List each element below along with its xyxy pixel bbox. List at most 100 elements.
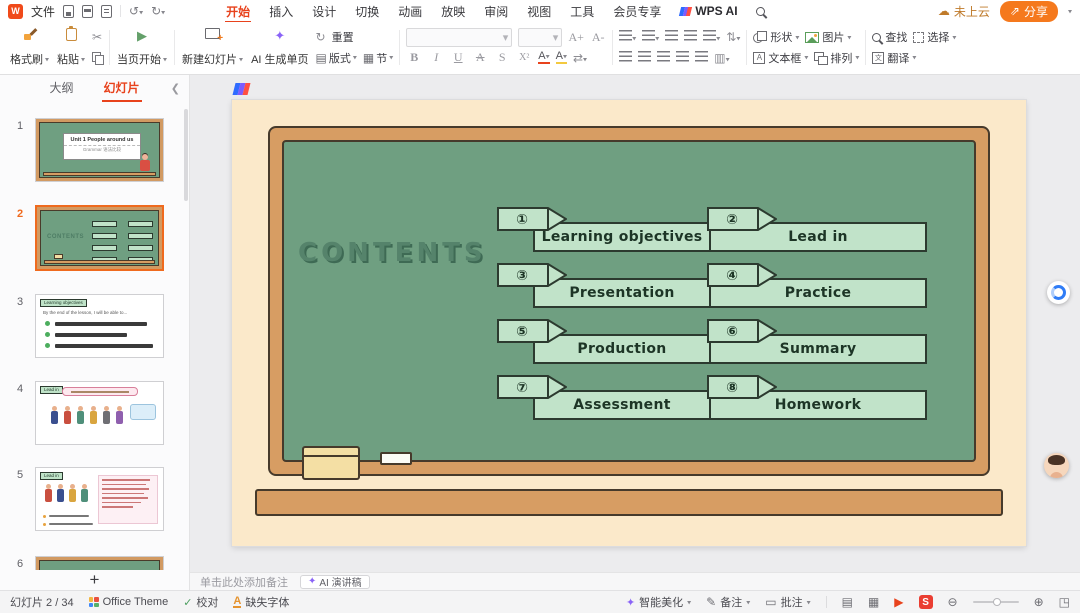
tab-wps-ai[interactable]: WPS AI: [679, 1, 738, 21]
tab-slideshow[interactable]: 放映: [440, 0, 466, 23]
wps-assistant-flag-icon[interactable]: [234, 83, 250, 97]
align-left-button[interactable]: [619, 51, 632, 65]
contents-watermark[interactable]: CONTENTS: [298, 238, 487, 268]
tab-insert[interactable]: 插入: [268, 0, 294, 23]
notes-toggle-button[interactable]: ✎ 备注▾: [706, 594, 750, 610]
tab-membership[interactable]: 会员专享: [612, 0, 662, 23]
zoom-in-icon[interactable]: ⊕: [1034, 595, 1044, 609]
item-number-tag[interactable]: ④: [707, 263, 777, 287]
item-number-tag[interactable]: ③: [497, 263, 567, 287]
redo-button[interactable]: ↻▾: [151, 4, 165, 18]
cloud-status[interactable]: ☁ 未上云: [938, 3, 990, 20]
tab-transition[interactable]: 切换: [354, 0, 380, 23]
item-number-tag[interactable]: ⑧: [707, 375, 777, 399]
assistant-float-button[interactable]: [1047, 281, 1070, 304]
bullets-button[interactable]: ▾: [619, 30, 636, 44]
character-spacing-icon[interactable]: ⇄▾: [573, 51, 587, 65]
increase-font-icon[interactable]: A+: [568, 30, 584, 45]
paste-button[interactable]: 粘贴▾: [53, 25, 89, 70]
font-color-button[interactable]: A▾: [538, 51, 549, 64]
distribute-button[interactable]: [695, 51, 708, 65]
smart-beautify-button[interactable]: ✦ 智能美化▾: [626, 594, 691, 610]
highlight-color-button[interactable]: A▾: [556, 51, 567, 64]
font-family-combo[interactable]: ▾: [406, 28, 512, 47]
tab-tools[interactable]: 工具: [569, 0, 595, 23]
tab-outline[interactable]: 大纲: [47, 75, 75, 102]
bold-button[interactable]: B: [406, 50, 422, 65]
layout-button[interactable]: ▤ 版式▾: [316, 50, 357, 66]
select-button[interactable]: 选择▾: [913, 29, 956, 45]
play-from-current-button[interactable]: ▶ 当页开始▾: [113, 25, 171, 70]
slide-thumbnail-4[interactable]: Lead in: [35, 381, 164, 445]
align-center-button[interactable]: [638, 51, 651, 65]
columns-button[interactable]: ▥▾: [714, 51, 729, 65]
missing-fonts-button[interactable]: A 缺失字体: [233, 594, 289, 610]
item-number-tag[interactable]: ①: [497, 207, 567, 231]
editor-canvas[interactable]: CONTENTS Learning objectives Lead in ① ②…: [190, 75, 1080, 572]
export-icon[interactable]: [101, 5, 112, 18]
collapse-ribbon-icon[interactable]: ▾: [1068, 7, 1072, 15]
translate-button[interactable]: 翻译▾: [872, 50, 916, 66]
textbox-button[interactable]: 文本框▾: [753, 50, 808, 66]
strikethrough-button[interactable]: A: [472, 50, 488, 65]
normal-view-icon[interactable]: ▤: [842, 595, 853, 609]
text-shadow-button[interactable]: S: [494, 50, 510, 65]
wps-app-logo[interactable]: W: [8, 4, 23, 19]
indent-increase-button[interactable]: [684, 30, 697, 44]
proofread-button[interactable]: ✓ 校对: [183, 594, 218, 610]
find-button[interactable]: 查找: [872, 29, 907, 45]
zoom-slider-handle[interactable]: [993, 598, 1001, 606]
zoom-out-icon[interactable]: ⊖: [948, 595, 958, 609]
user-avatar[interactable]: [1044, 453, 1069, 478]
slide-thumbnail-1[interactable]: Unit 1 People around us Grammar 语法比较: [35, 118, 164, 182]
save-icon[interactable]: [63, 5, 74, 18]
numbering-button[interactable]: ▾: [642, 30, 659, 44]
decrease-font-icon[interactable]: A-: [590, 30, 606, 45]
format-painter-button[interactable]: 格式刷▾: [6, 25, 53, 70]
slide-thumbnail-2-selected[interactable]: CONTENTS: [35, 205, 164, 271]
fit-slide-icon[interactable]: ◳: [1059, 595, 1070, 609]
reset-button[interactable]: ↻ 重置: [316, 27, 394, 48]
arrange-button[interactable]: 排列▾: [814, 50, 859, 66]
search-icon[interactable]: [756, 7, 765, 16]
comments-button[interactable]: ▭ 批注▾: [765, 594, 810, 610]
font-size-combo[interactable]: ▾: [518, 28, 562, 47]
ai-generate-page-button[interactable]: ✦ AI 生成单页: [247, 25, 312, 70]
indent-decrease-button[interactable]: [665, 30, 678, 44]
picture-button[interactable]: 图片▾: [805, 29, 851, 45]
shapes-button[interactable]: 形状▾: [753, 29, 799, 45]
superscript-button[interactable]: X²: [516, 52, 532, 63]
new-slide-button[interactable]: 新建幻灯片▾: [178, 25, 247, 70]
section-button[interactable]: ▦ 节▾: [363, 50, 393, 66]
chalk-box[interactable]: [302, 446, 360, 480]
add-slide-button[interactable]: +: [0, 572, 189, 588]
slide-thumbnail-5[interactable]: Lead in: [35, 467, 164, 531]
theme-button[interactable]: Office Theme: [89, 596, 169, 608]
line-spacing-button[interactable]: ▾: [703, 30, 720, 44]
justify-button[interactable]: [676, 51, 689, 65]
slide-thumbnail-6[interactable]: [35, 556, 164, 570]
ai-script-button[interactable]: ✦ AI 演讲稿: [300, 575, 370, 589]
text-direction-button[interactable]: ⇅▾: [726, 30, 740, 44]
slide-canvas[interactable]: CONTENTS Learning objectives Lead in ① ②…: [232, 100, 1026, 546]
collapse-panel-icon[interactable]: ❮: [171, 82, 180, 95]
tab-design[interactable]: 设计: [311, 0, 337, 23]
cut-icon[interactable]: ✂: [92, 30, 102, 44]
print-icon[interactable]: [82, 5, 93, 18]
tab-animation[interactable]: 动画: [397, 0, 423, 23]
slide-thumbnail-3[interactable]: Learning objectives By the end of the le…: [35, 294, 164, 358]
play-slideshow-icon[interactable]: ▶: [894, 595, 903, 609]
tab-review[interactable]: 审阅: [483, 0, 509, 23]
wps-skin-icon[interactable]: S: [919, 595, 933, 609]
undo-button[interactable]: ↺▾: [129, 4, 143, 18]
tab-home[interactable]: 开始: [225, 0, 251, 23]
italic-button[interactable]: I: [428, 50, 444, 65]
file-menu[interactable]: 文件: [31, 3, 55, 20]
item-number-tag[interactable]: ⑤: [497, 319, 567, 343]
slide-sorter-icon[interactable]: ▦: [868, 595, 879, 609]
thumbnail-scrollbar[interactable]: [184, 109, 188, 201]
copy-icon[interactable]: [92, 52, 103, 64]
underline-button[interactable]: U: [450, 50, 466, 65]
eraser[interactable]: [380, 452, 412, 465]
item-number-tag[interactable]: ⑦: [497, 375, 567, 399]
